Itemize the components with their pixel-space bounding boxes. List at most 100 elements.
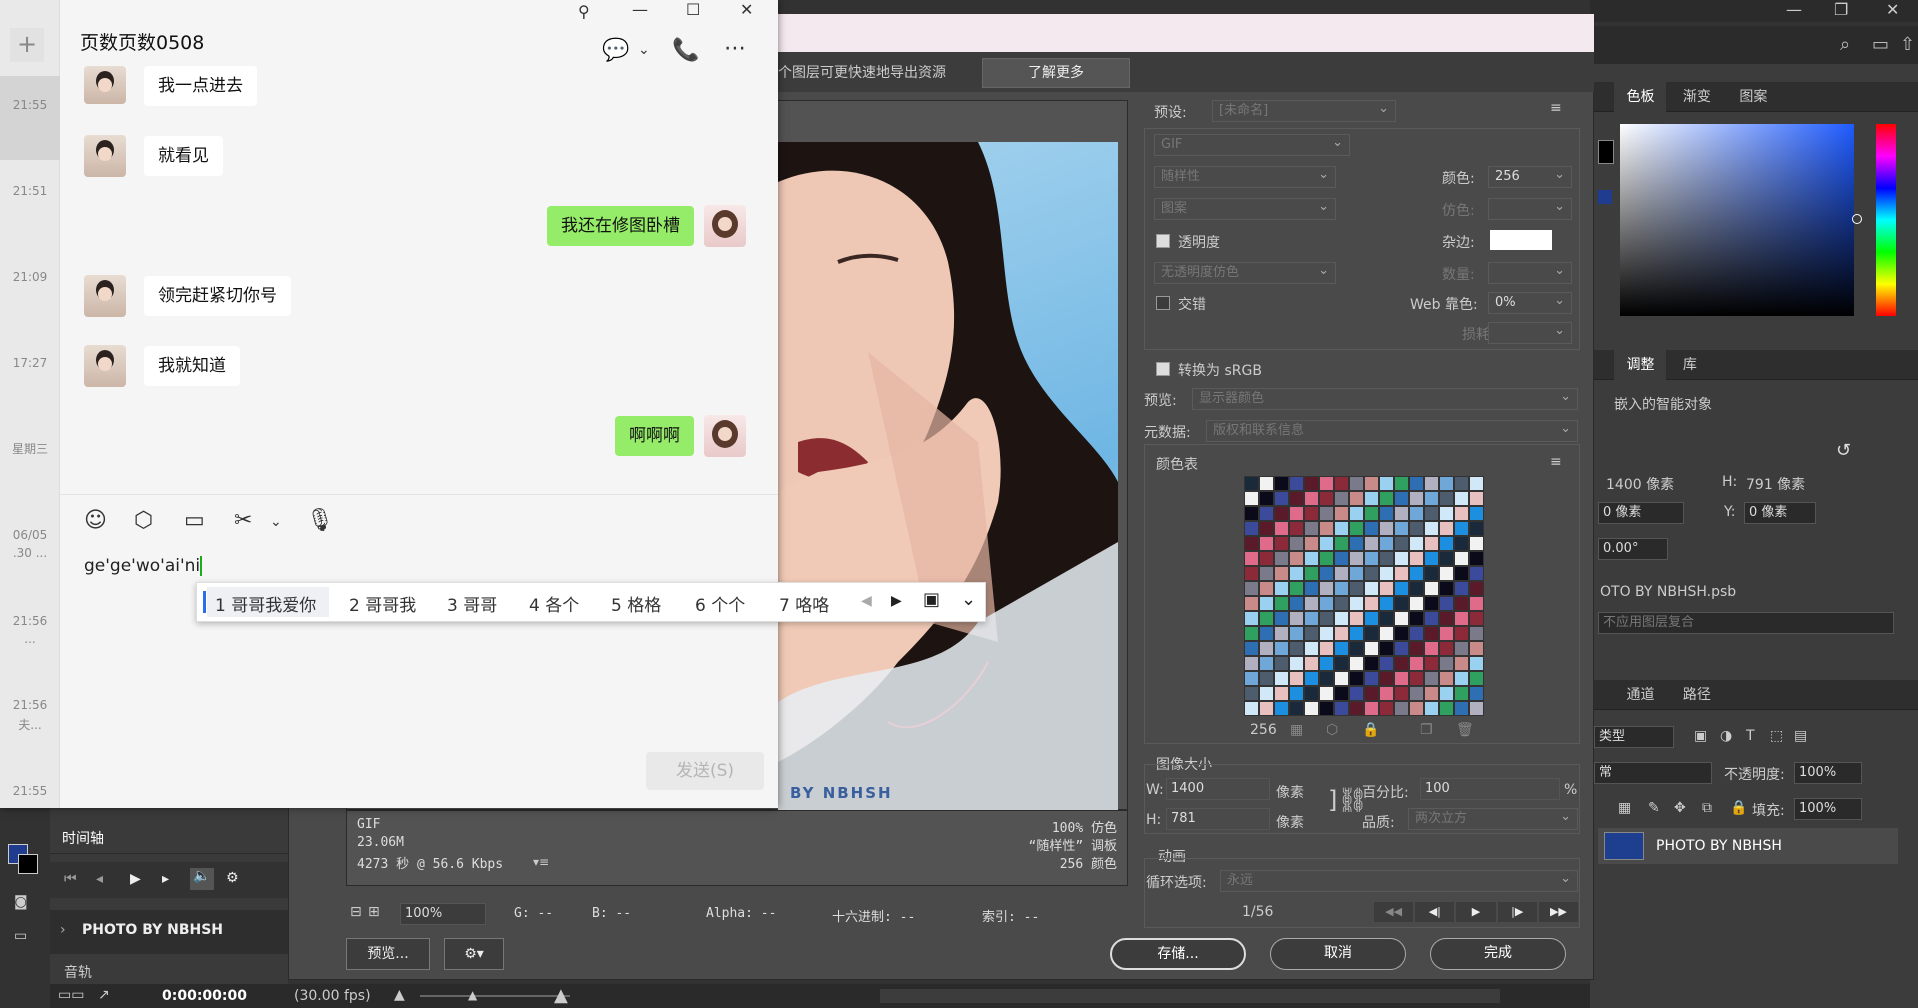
color-table-swatch[interactable] <box>1394 656 1409 671</box>
chat-list-item-time[interactable]: 21:55 <box>0 98 60 112</box>
color-table-swatch[interactable] <box>1244 581 1259 596</box>
ime-prev-page-icon[interactable]: ◀ <box>861 593 872 609</box>
color-table-swatch[interactable] <box>1469 626 1484 641</box>
color-table-swatch[interactable] <box>1424 671 1439 686</box>
color-table-swatch[interactable] <box>1394 686 1409 701</box>
tab-libraries[interactable]: 库 <box>1671 350 1709 380</box>
color-table-swatch[interactable] <box>1379 656 1394 671</box>
color-table-swatch[interactable] <box>1244 551 1259 566</box>
chat-list-item-time[interactable]: 21:55 <box>0 784 60 798</box>
ime-emoji-icon[interactable]: ▣ <box>923 589 940 610</box>
color-table-swatch[interactable] <box>1259 566 1274 581</box>
ime-candidate-6[interactable]: 6 个个 <box>695 591 745 616</box>
color-table-swatch[interactable] <box>1259 641 1274 656</box>
lock-position-icon[interactable]: ✥ <box>1674 800 1686 816</box>
web-shift-icon[interactable]: ⬡ <box>1326 722 1338 738</box>
color-table-swatch[interactable] <box>1454 596 1469 611</box>
zoom-level-select[interactable]: 100% <box>400 903 486 925</box>
my-message-bubble[interactable]: 啊啊啊 <box>615 416 694 456</box>
color-table-swatch[interactable] <box>1409 551 1424 566</box>
color-table-swatch[interactable] <box>1259 701 1274 716</box>
color-table-swatch[interactable] <box>1334 506 1349 521</box>
ime-candidate-5[interactable]: 5 格格 <box>611 591 661 616</box>
y-position-input[interactable]: 0 像素 <box>1744 502 1816 524</box>
color-table-swatch[interactable] <box>1244 521 1259 536</box>
prev-frame-button[interactable]: ◀| <box>1415 902 1455 922</box>
color-table-swatch[interactable] <box>1259 536 1274 551</box>
color-table-swatch[interactable] <box>1364 671 1379 686</box>
color-table-swatch[interactable] <box>1409 491 1424 506</box>
type-filter-icon[interactable]: T <box>1746 728 1755 744</box>
color-table-swatch[interactable] <box>1439 626 1454 641</box>
color-table-swatch[interactable] <box>1274 641 1289 656</box>
ime-candidate-4[interactable]: 4 各个 <box>529 591 579 616</box>
tab-swatches[interactable]: 色板 <box>1614 82 1667 112</box>
preview-image[interactable] <box>778 142 1118 810</box>
color-table-swatch[interactable] <box>1424 656 1439 671</box>
color-table-swatch[interactable] <box>1424 551 1439 566</box>
tab-paths[interactable]: 路径 <box>1671 680 1723 710</box>
color-table-swatch[interactable] <box>1349 596 1364 611</box>
chat-list-item-time[interactable]: 星期三 <box>0 440 60 457</box>
quick-mask-icon[interactable]: ◙ <box>14 894 28 910</box>
color-table-swatch[interactable] <box>1424 536 1439 551</box>
convert-srgb-checkbox[interactable] <box>1156 362 1170 376</box>
color-table-swatch[interactable] <box>1244 476 1259 491</box>
color-picker-field[interactable] <box>1620 124 1854 316</box>
color-table-swatch[interactable] <box>1394 491 1409 506</box>
color-table-swatch[interactable] <box>1289 641 1304 656</box>
x-position-input[interactable]: 0 像素 <box>1598 502 1684 524</box>
interlaced-checkbox[interactable] <box>1156 296 1170 310</box>
preset-menu-icon[interactable]: ≡ <box>1550 100 1562 116</box>
color-table-swatch[interactable] <box>1349 686 1364 701</box>
next-frame-button[interactable]: |▶ <box>1497 902 1537 922</box>
my-avatar[interactable] <box>704 415 746 457</box>
color-table-swatch[interactable] <box>1319 581 1334 596</box>
color-table-swatch[interactable] <box>1274 566 1289 581</box>
lock-pixels-icon[interactable]: ✎ <box>1648 800 1660 816</box>
color-reduction-select[interactable]: 随样性 <box>1154 166 1336 188</box>
color-table-swatch[interactable] <box>1244 596 1259 611</box>
map-transparent-icon[interactable]: ▦ <box>1290 722 1303 738</box>
color-table-swatch[interactable] <box>1274 596 1289 611</box>
color-table-swatch[interactable] <box>1394 521 1409 536</box>
color-table-swatch[interactable] <box>1319 521 1334 536</box>
loop-select[interactable]: 永远 <box>1220 870 1578 892</box>
color-table-swatch[interactable] <box>1349 671 1364 686</box>
color-table-swatch[interactable] <box>1349 521 1364 536</box>
color-table-swatch[interactable] <box>1304 611 1319 626</box>
color-table-swatch[interactable] <box>1364 626 1379 641</box>
color-table-swatch[interactable] <box>1379 476 1394 491</box>
delete-color-icon[interactable]: 🗑 <box>1456 722 1474 738</box>
color-table-swatch[interactable] <box>1289 671 1304 686</box>
color-table-swatch[interactable] <box>1364 491 1379 506</box>
restore-icon[interactable]: ❐ <box>1834 0 1848 19</box>
color-table-swatch[interactable] <box>1334 626 1349 641</box>
color-table-swatch[interactable] <box>1349 701 1364 716</box>
my-avatar[interactable] <box>704 205 746 247</box>
color-table-swatch[interactable] <box>1424 596 1439 611</box>
color-table-swatch[interactable] <box>1424 611 1439 626</box>
color-table-swatch[interactable] <box>1274 686 1289 701</box>
lock-artboard-icon[interactable]: ⧉ <box>1702 800 1712 816</box>
color-table-swatch[interactable] <box>1334 551 1349 566</box>
chevron-right-icon[interactable]: › <box>60 922 66 938</box>
color-table-swatch[interactable] <box>1304 536 1319 551</box>
color-table-swatch[interactable] <box>1394 596 1409 611</box>
color-table-swatch[interactable] <box>1334 566 1349 581</box>
color-table-swatch[interactable] <box>1334 671 1349 686</box>
percent-input[interactable]: 100 <box>1420 778 1560 800</box>
color-table-swatch[interactable] <box>1364 536 1379 551</box>
contact-message-bubble[interactable]: 领完赶紧切你号 <box>144 276 291 316</box>
lock-all-icon[interactable]: 🔒 <box>1730 800 1747 816</box>
tab-gradients[interactable]: 渐变 <box>1671 82 1723 112</box>
color-table-swatch[interactable] <box>1349 551 1364 566</box>
websnap-select[interactable]: 0% <box>1488 292 1572 314</box>
timeline-scrollbar[interactable] <box>880 989 1500 1003</box>
color-table-swatch[interactable] <box>1289 656 1304 671</box>
color-table-swatch[interactable] <box>1469 611 1484 626</box>
color-table-swatch[interactable] <box>1259 551 1274 566</box>
timeline-zoom-slider[interactable] <box>420 995 570 997</box>
color-table-swatch[interactable] <box>1289 701 1304 716</box>
color-table-swatch[interactable] <box>1439 581 1454 596</box>
